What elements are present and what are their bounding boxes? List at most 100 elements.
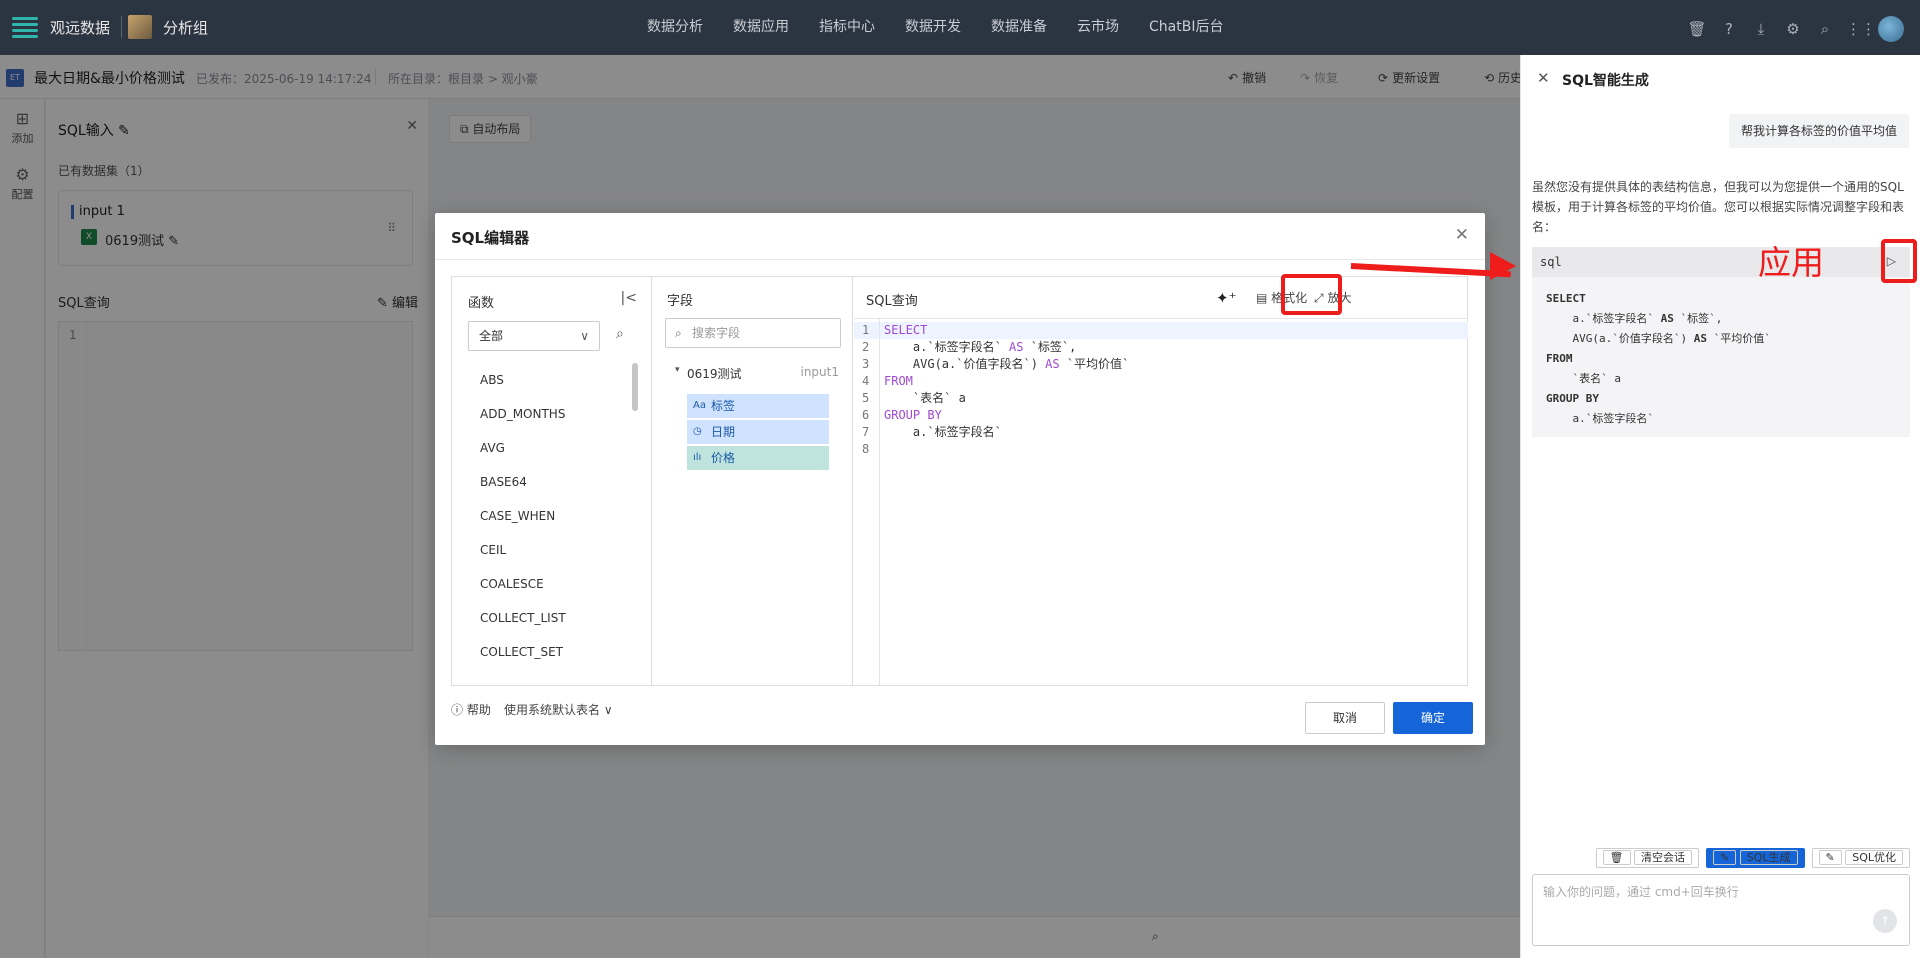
code-block: sql ▷ SELECT a.`标签字段名` AS `标签`, AVG(a.`价… [1532,247,1910,437]
field-item-price[interactable]: ılı 价格 [687,446,829,470]
help-icon: ⓘ [451,703,464,717]
collapse-icon[interactable]: |< [621,290,637,306]
edit-icon: ✎ [1713,850,1737,865]
function-item[interactable]: ABS [480,373,566,407]
search-icon[interactable]: ⌕ [616,326,624,342]
number-type-icon: ılı [693,452,702,463]
code-line: GROUP BY [884,408,942,422]
send-icon[interactable]: ↑ [1873,909,1897,933]
date-type-icon: ◷ [693,426,702,437]
divider [121,16,122,38]
close-icon[interactable]: ✕ [1455,225,1469,245]
default-table-dropdown[interactable]: 使用系统默认表名 ∨ [504,701,613,718]
line-gutter: 12345678 [854,319,880,685]
sql-generate-button[interactable]: ✎ SQL生成 [1706,848,1805,868]
nav-item-marketplace[interactable]: 云市场 [1062,0,1134,55]
sql-query-column: SQL查询 ✦⁺ ▤ 格式化 ⤢ 放大 12345678 SELECT a.`标… [854,277,1468,685]
nav-item-chatbi[interactable]: ChatBI后台 [1134,0,1238,55]
group-name[interactable]: 分析组 [163,17,208,38]
function-item[interactable]: COLLECT_SET [480,645,566,679]
function-item[interactable]: CEIL [480,543,566,577]
menu-logo-icon[interactable] [12,14,38,40]
clear-session-button[interactable]: 🗑 清空会话 [1595,848,1699,868]
code-line: GROUP BY [1546,392,1599,405]
scrollbar[interactable] [632,363,638,411]
cancel-button[interactable]: 取消 [1305,702,1385,734]
editor-body: 函数 |< 全部 ∨ ⌕ ABS ADD_MONTHS AVG BASE64 CA… [451,276,1468,686]
main-nav: 数据分析 数据应用 指标中心 数据开发 数据准备 云市场 ChatBI后台 [632,0,1238,55]
help-icon[interactable]: ? [1718,18,1740,40]
text-type-icon: Aa [693,400,706,411]
sql-code-editor[interactable]: 12345678 SELECT a.`标签字段名` AS `标签`, AVG(a… [854,318,1468,685]
field-item-date[interactable]: ◷ 日期 [687,420,829,444]
code-line: FROM [884,374,913,388]
code-block-body: SELECT a.`标签字段名` AS `标签`, AVG(a.`价值字段名`)… [1546,289,1771,429]
search-icon[interactable]: ⌕ [1814,18,1836,40]
fields-label: 字段 [667,294,694,309]
function-item[interactable]: BASE64 [480,475,566,509]
code-line: a.`标签字段名` AS `标签`, [884,340,1077,354]
nav-item-data-apps[interactable]: 数据应用 [718,0,804,55]
brand-name[interactable]: 观远数据 [50,17,110,38]
nav-item-data-analysis[interactable]: 数据分析 [632,0,718,55]
code-line: a.`标签字段名` AS `标签`, [1546,312,1723,325]
code-line: FROM [1546,352,1573,365]
nav-item-metrics[interactable]: 指标中心 [804,0,890,55]
caret-down-icon[interactable]: ▾ [675,365,680,375]
apps-icon[interactable]: ⋮⋮ [1846,18,1876,40]
format-icon: ▤ [1256,291,1268,305]
modal-title: SQL编辑器 [451,229,530,247]
function-item[interactable]: AVG [480,441,566,475]
code-line: a.`标签字段名` [884,425,1002,439]
nav-item-data-dev[interactable]: 数据开发 [890,0,976,55]
function-item[interactable]: CASE_WHEN [480,509,566,543]
code-lang: sql [1532,247,1910,277]
functions-label: 函数 [468,296,495,311]
trash-icon: 🗑 [1602,850,1631,865]
ai-generate-icon[interactable]: ✦⁺ [1216,289,1237,307]
search-icon: ⌕ [675,326,682,340]
function-list: ABS ADD_MONTHS AVG BASE64 CASE_WHEN CEIL… [480,373,566,679]
code-line: a.`标签字段名` [1546,412,1654,425]
function-column: 函数 |< 全部 ∨ ⌕ ABS ADD_MONTHS AVG BASE64 CA… [452,277,652,685]
gear-icon[interactable]: ⚙ [1782,18,1804,40]
user-avatar[interactable] [1878,16,1904,42]
dataset-tree-node[interactable]: ▾ 0619测试 input1 [675,365,839,382]
code-line: AVG(a.`价值字段名`) AS `平均价值` [1546,332,1771,345]
edit-icon: ✎ [1818,850,1842,865]
field-search-input[interactable]: ⌕ 搜索字段 [665,318,841,348]
function-category-select[interactable]: 全部 ∨ [468,321,600,351]
function-item[interactable]: COLLECT_LIST [480,611,566,645]
code-line: `表名` a [884,391,966,405]
top-nav-bar: 观远数据 分析组 数据分析 数据应用 指标中心 数据开发 数据准备 云市场 Ch… [0,0,1920,55]
assistant-message: 虽然您没有提供具体的表结构信息，但我可以为您提供一个通用的SQL模板，用于计算各… [1532,180,1905,234]
function-item[interactable]: ADD_MONTHS [480,407,566,441]
help-link[interactable]: ⓘ 帮助 [451,701,491,718]
trash-icon[interactable]: 🗑 [1686,18,1708,40]
action-chips: 🗑 清空会话 ✎ SQL生成 ✎ SQL优化 [1595,848,1910,868]
divider [435,259,1485,260]
top-icon-group: 🗑 ? ⤓ ⚙ ⌕ ⋮⋮ [1686,16,1904,42]
code-line: SELECT [884,323,928,337]
function-item[interactable]: COALESCE [480,577,566,611]
sql-optimize-button[interactable]: ✎ SQL优化 [1811,848,1910,868]
annotation-arrow-head [1490,252,1516,280]
panel-title: SQL智能生成 [1562,73,1649,89]
sql-query-label: SQL查询 [866,294,918,309]
confirm-button[interactable]: 确定 [1393,702,1473,734]
group-avatar [128,15,152,39]
chat-input[interactable]: 输入你的问题，通过 cmd+回车换行 ↑ [1532,874,1910,946]
close-icon[interactable]: ✕ [1537,69,1550,87]
code-line: `表名` a [1546,372,1621,385]
nav-item-data-prep[interactable]: 数据准备 [976,0,1062,55]
user-message: 帮我计算各标签的价值平均值 [1728,114,1909,148]
dataset-input: input1 [800,365,839,379]
field-item-label[interactable]: Aa 标签 [687,394,829,418]
annotation-box-ai-button [1281,274,1342,315]
chevron-down-icon: ∨ [603,703,613,717]
annotation-apply-label: 应用 [1758,243,1824,282]
code-line: AVG(a.`价值字段名`) AS `平均价值` [884,357,1130,371]
download-icon[interactable]: ⤓ [1750,18,1772,40]
chat-input-placeholder: 输入你的问题，通过 cmd+回车换行 [1543,885,1739,899]
